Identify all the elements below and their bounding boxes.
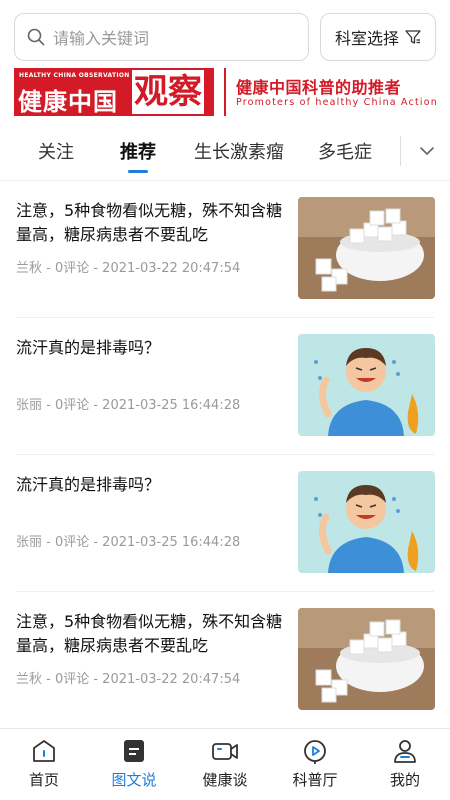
nav-articles[interactable]: 图文说 (99, 737, 169, 790)
nav-home[interactable]: 首页 (9, 737, 79, 790)
article-title: 流汗真的是排毒吗？ (16, 338, 161, 357)
tab-recommend[interactable]: 推荐 (120, 138, 156, 164)
video-camera-icon (212, 743, 238, 760)
article-item[interactable]: 流汗真的是排毒吗？ 张丽 - 0评论 - 2021-03-25 16:44:28 (0, 455, 450, 592)
logo-main-text: 健康中国 (18, 88, 118, 116)
article-thumbnail-sugar (298, 197, 435, 299)
logo-small-text: HEALTHY CHINA OBSERVATION (19, 72, 130, 79)
article-item[interactable]: 注意，5种食物看似无糖，殊不知含糖量高，糖尿病患者不要乱吃 兰秋 - 0评论 -… (0, 592, 450, 729)
nav-profile[interactable]: 我的 (370, 737, 440, 790)
article-thumbnail-sweating (298, 334, 435, 436)
brand-logo: HEALTHY CHINA OBSERVATION 健康中国 观察 (14, 68, 214, 116)
tab-follow[interactable]: 关注 (38, 138, 74, 164)
nav-science-hall[interactable]: 科普厅 (280, 737, 350, 790)
article-title: 流汗真的是排毒吗？ (16, 475, 161, 494)
nav-health-talk[interactable]: 健康谈 (190, 737, 260, 790)
article-thumbnail-sweating (298, 471, 435, 573)
banner-slogan-en: Promoters of healthy China Action (236, 97, 438, 108)
banner-divider (224, 68, 226, 116)
filter-icon (405, 30, 421, 44)
search-row: 科室选择 (0, 0, 450, 66)
article-meta: 兰秋 - 0评论 - 2021-03-22 20:47:54 (16, 672, 241, 687)
article-title: 注意，5种食物看似无糖，殊不知含糖量高，糖尿病患者不要乱吃 (16, 612, 283, 655)
active-tab-indicator (128, 170, 148, 173)
home-icon (33, 740, 55, 762)
play-icon (304, 740, 326, 764)
nav-health-talk-label: 健康谈 (202, 771, 248, 789)
article-thumbnail-sugar (298, 608, 435, 710)
logo-big-text: 观察 (132, 70, 204, 114)
nav-home-label: 首页 (28, 771, 59, 789)
article-meta: 张丽 - 0评论 - 2021-03-25 16:44:28 (16, 535, 241, 550)
article-meta: 兰秋 - 0评论 - 2021-03-22 20:47:54 (16, 261, 241, 276)
banner-slogan-cn: 健康中国科普的助推者 (236, 78, 402, 97)
search-box[interactable] (14, 13, 309, 61)
brand-banner: HEALTHY CHINA OBSERVATION 健康中国 观察 健康中国科普… (14, 68, 437, 118)
article-item[interactable]: 注意，5种食物看似无糖，殊不知含糖量高，糖尿病患者不要乱吃 兰秋 - 0评论 -… (0, 181, 450, 318)
article-item[interactable]: 流汗真的是排毒吗？ 张丽 - 0评论 - 2021-03-25 16:44:28 (0, 318, 450, 455)
article-meta: 张丽 - 0评论 - 2021-03-25 16:44:28 (16, 398, 241, 413)
article-icon (124, 740, 144, 762)
nav-science-hall-label: 科普厅 (292, 771, 338, 789)
tab-hirsutism[interactable]: 多毛症 (318, 138, 372, 164)
search-icon (27, 28, 45, 46)
article-title: 注意，5种食物看似无糖，殊不知含糖量高，糖尿病患者不要乱吃 (16, 201, 283, 244)
tab-growth-hormone-tumor[interactable]: 生长激素瘤 (194, 138, 284, 164)
user-icon (394, 740, 416, 763)
search-input[interactable] (53, 26, 293, 50)
chevron-down-icon[interactable] (416, 140, 438, 162)
nav-articles-label: 图文说 (111, 771, 157, 789)
dept-select-button[interactable]: 科室选择 (320, 13, 436, 61)
category-tabs: 关注 推荐 生长激素瘤 多毛症 (0, 126, 450, 178)
nav-profile-label: 我的 (389, 771, 420, 789)
bottom-nav: 首页 图文说 健康谈 科普厅 我的 (0, 728, 450, 800)
dept-select-label: 科室选择 (334, 29, 399, 48)
tab-divider (400, 136, 401, 166)
